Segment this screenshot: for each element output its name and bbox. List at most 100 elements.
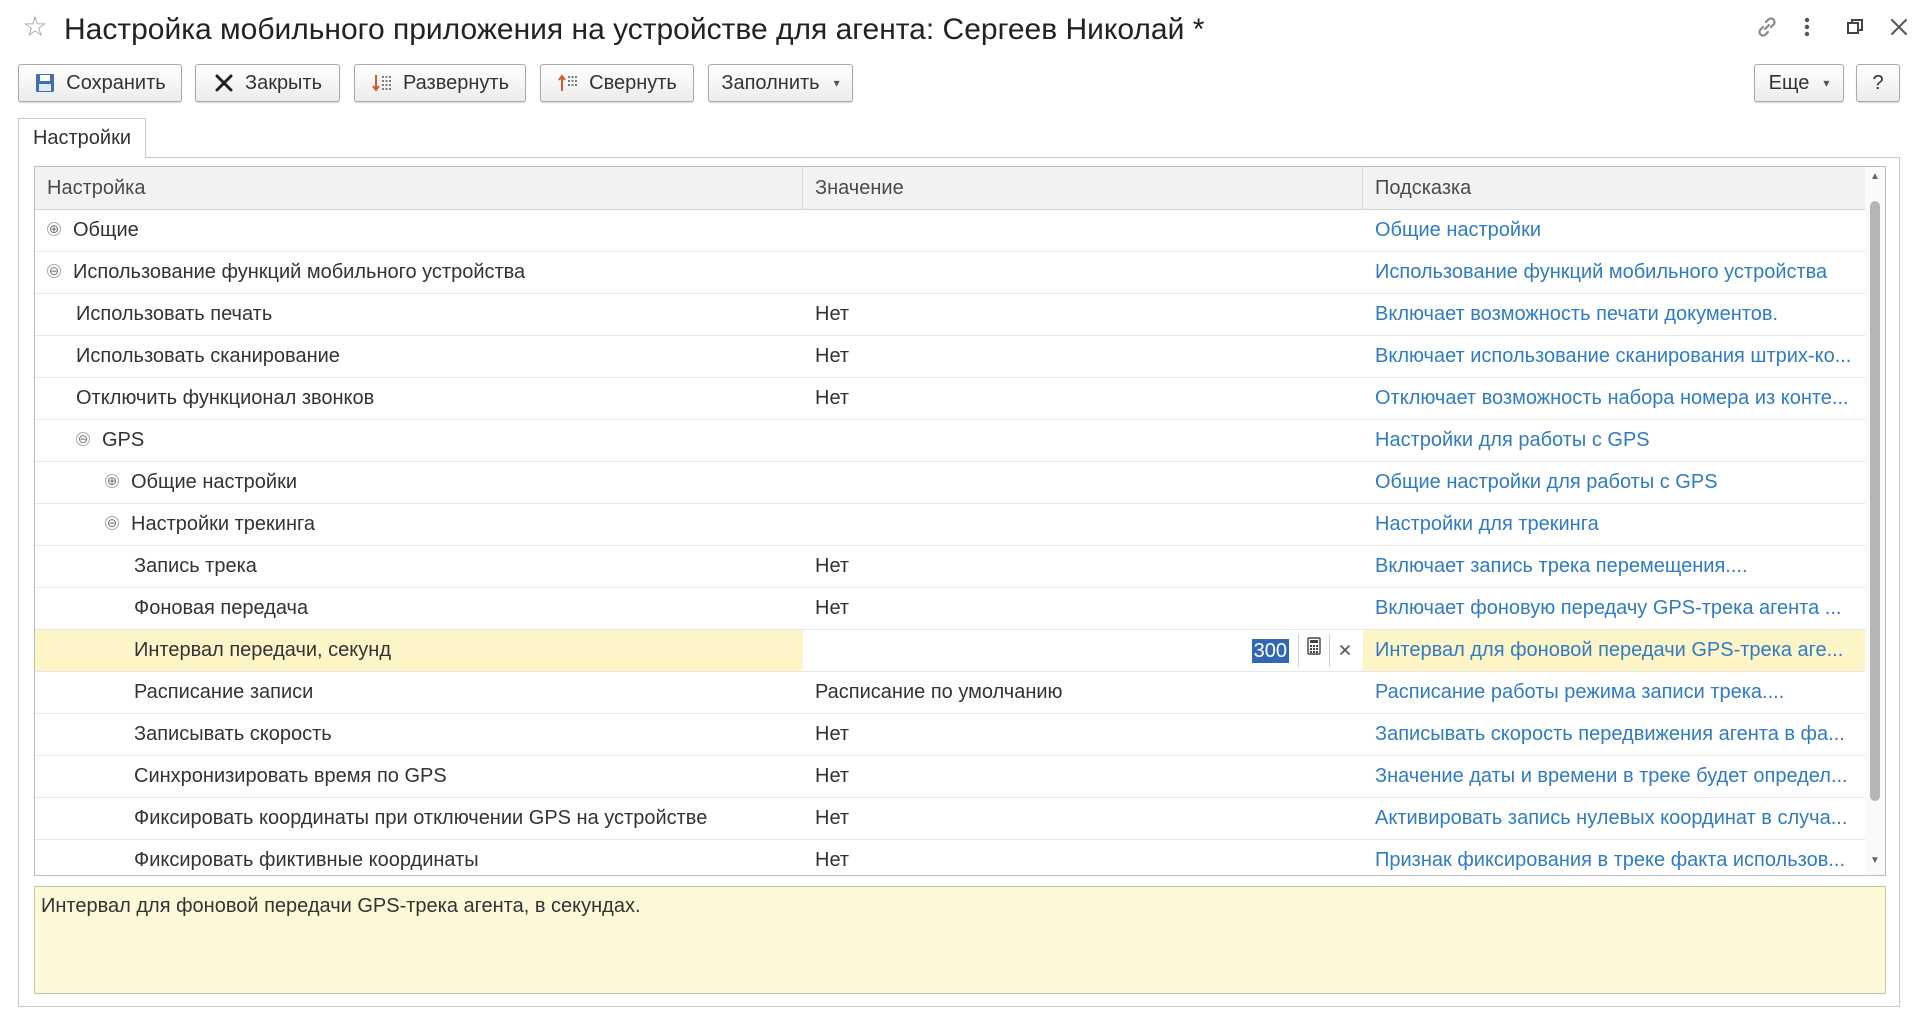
table-row[interactable]: Расписание записи Расписание по умолчанию… <box>35 672 1865 714</box>
fill-button-label: Заполнить <box>721 71 820 94</box>
column-header-hint[interactable]: Подсказка <box>1363 167 1865 210</box>
table-row[interactable]: Синхронизировать время по GPS Нет Значение… <box>35 756 1865 798</box>
setting-value-cell[interactable] <box>803 210 1363 251</box>
expand-button[interactable]: Развернуть <box>354 64 526 102</box>
collapse-node-icon[interactable]: ⊖ <box>47 264 61 279</box>
setting-name-cell[interactable]: ⊖ Настройки трекинга <box>35 504 803 545</box>
setting-hint-link[interactable]: Активировать запись нулевых координат в … <box>1363 798 1863 839</box>
setting-hint-link[interactable]: Признак фиксирования в треке факта испол… <box>1363 840 1863 875</box>
setting-hint-link[interactable]: Использование функций мобильного устройс… <box>1363 252 1863 293</box>
setting-value-cell[interactable]: Нет <box>803 546 1363 587</box>
table-row[interactable]: Интервал передачи, секунд 300Интервал для… <box>35 630 1865 672</box>
setting-value-cell[interactable]: Нет <box>803 588 1363 629</box>
setting-name-cell[interactable]: Использовать сканирование <box>35 336 803 377</box>
table-row[interactable]: Использовать сканирование Нет Включает исп… <box>35 336 1865 378</box>
setting-name-cell[interactable]: ⊕ Общие настройки <box>35 462 803 503</box>
setting-name-label: Запись трека <box>134 555 257 577</box>
setting-value-cell[interactable] <box>803 420 1363 461</box>
restore-window-icon[interactable] <box>1840 14 1870 44</box>
setting-name-label: Интервал передачи, секунд <box>134 639 391 661</box>
setting-value-cell[interactable]: Нет <box>803 294 1363 335</box>
setting-value-cell[interactable]: Нет <box>803 840 1363 875</box>
setting-name-cell[interactable]: Синхронизировать время по GPS <box>35 756 803 797</box>
close-button[interactable]: Закрыть <box>195 64 340 102</box>
setting-hint-link[interactable]: Общие настройки для работы с GPS <box>1363 462 1863 503</box>
table-row[interactable]: Запись трека Нет Включает запись трека пер… <box>35 546 1865 588</box>
table-row[interactable]: ⊖ Использование функций мобильного устрой… <box>35 252 1865 294</box>
vertical-scrollbar[interactable]: ▲ ▼ <box>1865 167 1885 875</box>
collapse-button[interactable]: Свернуть <box>540 64 694 102</box>
setting-name-cell[interactable]: Фиксировать фиктивные координаты <box>35 840 803 875</box>
setting-hint-link[interactable]: Интервал для фоновой передачи GPS-трека … <box>1363 630 1863 671</box>
column-header-value[interactable]: Значение <box>803 167 1363 210</box>
setting-hint-link[interactable]: Настройки для трекинга <box>1363 504 1863 545</box>
help-button[interactable]: ? <box>1856 64 1900 102</box>
fill-dropdown-button[interactable]: Заполнить ▾ <box>708 64 853 102</box>
table-row[interactable]: Фиксировать координаты при отключении GP… <box>35 798 1865 840</box>
setting-hint-link[interactable]: Отключает возможность набора номера из к… <box>1363 378 1863 419</box>
interval-input[interactable] <box>803 630 1298 671</box>
setting-value-cell[interactable] <box>803 252 1363 293</box>
setting-value-cell[interactable]: Расписание по умолчанию <box>803 672 1363 713</box>
chevron-down-icon: ▾ <box>1823 76 1830 90</box>
table-row[interactable]: ⊕ Общие Общие настройки <box>35 210 1865 252</box>
table-row[interactable]: Фиксировать фиктивные координаты Нет Призн… <box>35 840 1865 875</box>
setting-hint-link[interactable]: Включает запись трека перемещения.... <box>1363 546 1863 587</box>
star-icon[interactable]: ☆ <box>20 12 50 42</box>
setting-name-cell[interactable]: ⊕ Общие <box>35 210 803 251</box>
save-button[interactable]: Сохранить <box>18 64 182 102</box>
table-row[interactable]: ⊖ Настройки трекинга Настройки для трекинг… <box>35 504 1865 546</box>
setting-value-cell[interactable] <box>803 462 1363 503</box>
table-row[interactable]: Отключить функционал звонков Нет Отключает… <box>35 378 1865 420</box>
scroll-up-icon[interactable]: ▲ <box>1865 171 1885 187</box>
save-button-label: Сохранить <box>66 71 166 94</box>
setting-value-cell[interactable]: Нет <box>803 378 1363 419</box>
calculator-icon[interactable] <box>1298 634 1328 667</box>
restore-window-icon-svg <box>1847 19 1863 34</box>
setting-name-cell[interactable]: Фоновая передача <box>35 588 803 629</box>
setting-name-cell[interactable]: ⊖ Использование функций мобильного устрой… <box>35 252 803 293</box>
setting-name-cell[interactable]: Отключить функционал звонков <box>35 378 803 419</box>
collapse-node-icon[interactable]: ⊖ <box>76 432 90 447</box>
clear-icon[interactable] <box>1329 634 1359 667</box>
scroll-down-icon[interactable]: ▼ <box>1865 855 1885 871</box>
column-header-setting[interactable]: Настройка <box>35 167 803 210</box>
expand-node-icon[interactable]: ⊕ <box>47 222 61 237</box>
link-icon[interactable] <box>1752 14 1782 44</box>
setting-value-cell[interactable]: Нет <box>803 336 1363 377</box>
setting-hint-link[interactable]: Включает использование сканирования штри… <box>1363 336 1863 377</box>
table-row[interactable]: ⊖ GPS Настройки для работы с GPS <box>35 420 1865 462</box>
table-row[interactable]: Фоновая передача Нет Включает фоновую пере… <box>35 588 1865 630</box>
expand-node-icon[interactable]: ⊕ <box>105 474 119 489</box>
setting-name-cell[interactable]: Фиксировать координаты при отключении GP… <box>35 798 803 839</box>
table-row[interactable]: Использовать печать Нет Включает возможнос… <box>35 294 1865 336</box>
setting-name-cell[interactable]: Записывать скорость <box>35 714 803 755</box>
setting-hint-link[interactable]: Общие настройки <box>1363 210 1863 251</box>
setting-hint-link[interactable]: Расписание работы режима записи трека...… <box>1363 672 1863 713</box>
setting-value-cell[interactable] <box>803 504 1363 545</box>
setting-hint-link[interactable]: Записывать скорость передвижения агента … <box>1363 714 1863 755</box>
more-dropdown-button[interactable]: Еще ▾ <box>1754 64 1844 102</box>
scroll-thumb[interactable] <box>1870 201 1880 801</box>
setting-hint-link[interactable]: Значение даты и времени в треке будет оп… <box>1363 756 1863 797</box>
setting-name-label: Общие настройки <box>131 471 297 493</box>
setting-name-label: Использовать сканирование <box>76 345 340 367</box>
setting-hint-link[interactable]: Включает фоновую передачу GPS-трека аген… <box>1363 588 1863 629</box>
collapse-node-icon[interactable]: ⊖ <box>105 516 119 531</box>
more-vertical-icon[interactable] <box>1792 14 1822 44</box>
setting-value-cell[interactable]: Нет <box>803 798 1363 839</box>
table-row[interactable]: Записывать скорость Нет Записывать скорост… <box>35 714 1865 756</box>
setting-name-cell[interactable]: Запись трека <box>35 546 803 587</box>
setting-value-cell[interactable]: Нет <box>803 714 1363 755</box>
close-icon[interactable] <box>1884 14 1914 44</box>
setting-name-cell[interactable]: Интервал передачи, секунд <box>35 630 803 671</box>
setting-name-cell[interactable]: Использовать печать <box>35 294 803 335</box>
setting-name-cell[interactable]: ⊖ GPS <box>35 420 803 461</box>
settings-table: Настройка Значение Подсказка ⊕ Общие Общие… <box>34 166 1886 876</box>
tab-settings[interactable]: Настройки <box>18 118 146 158</box>
setting-name-cell[interactable]: Расписание записи <box>35 672 803 713</box>
setting-value-cell[interactable]: Нет <box>803 756 1363 797</box>
setting-hint-link[interactable]: Настройки для работы с GPS <box>1363 420 1863 461</box>
table-row[interactable]: ⊕ Общие настройки Общие настройки для рабо… <box>35 462 1865 504</box>
setting-hint-link[interactable]: Включает возможность печати документов. <box>1363 294 1863 335</box>
